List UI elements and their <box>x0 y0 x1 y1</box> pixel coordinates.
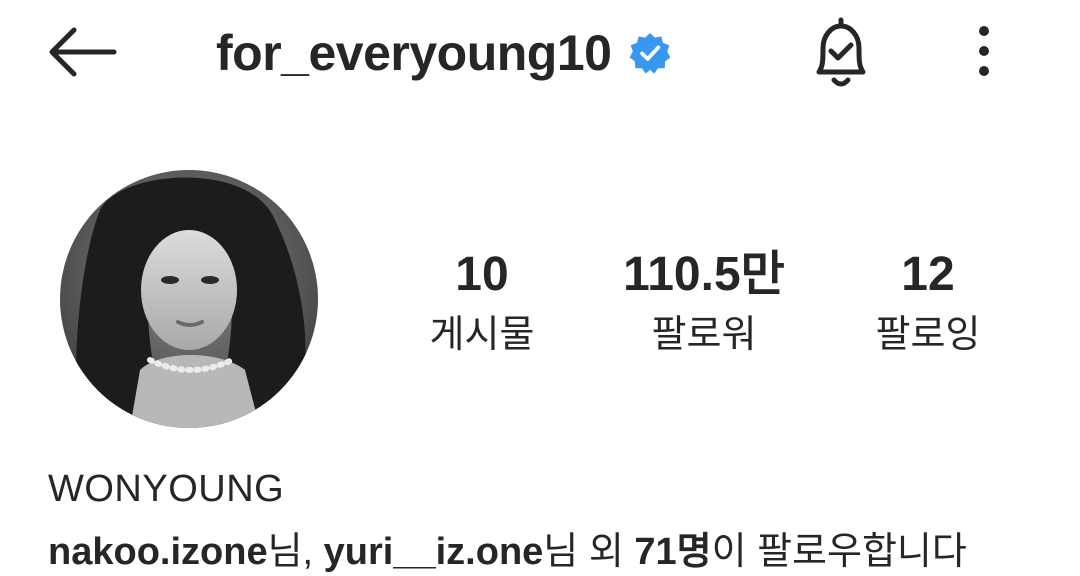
followed-by-text[interactable]: nakoo.izone님, yuri__iz.one님 외 71명이 팔로우합니… <box>48 520 967 575</box>
username: for_everyoung10 <box>216 25 612 81</box>
followed-by-suffix-2: 님 외 <box>543 531 635 573</box>
display-name: WONYOUNG <box>48 468 285 510</box>
following-count: 12 <box>901 248 955 301</box>
followed-by-suffix-3: 이 팔로우합니다 <box>711 531 967 573</box>
bell-check-icon <box>816 17 866 87</box>
notifications-button[interactable] <box>806 14 876 90</box>
followers-stat[interactable]: 110.5만 팔로워 <box>584 248 824 360</box>
verified-badge-icon <box>630 33 671 74</box>
followed-by-count: 71명 <box>634 531 712 573</box>
more-options-button[interactable] <box>966 22 1002 80</box>
followers-count: 110.5만 <box>623 248 785 301</box>
follower-username-1[interactable]: nakoo.izone <box>48 531 268 573</box>
arrow-left-icon <box>49 27 117 77</box>
vertical-dots-icon <box>979 26 989 76</box>
posts-label: 게시물 <box>429 314 535 356</box>
following-stat[interactable]: 12 팔로잉 <box>808 248 1048 360</box>
header-title: for_everyoung10 <box>216 18 671 88</box>
followed-by-suffix-1: 님, <box>267 531 324 573</box>
posts-stat[interactable]: 10 게시물 <box>362 248 602 360</box>
followers-label: 팔로워 <box>651 314 757 356</box>
profile-stats: 10 게시물 110.5만 팔로워 12 팔로잉 <box>0 248 1080 368</box>
top-bar: for_everyoung10 <box>0 0 1080 110</box>
back-button[interactable] <box>44 20 124 84</box>
follower-username-2[interactable]: yuri__iz.one <box>324 531 544 573</box>
posts-count: 10 <box>455 248 509 301</box>
following-label: 팔로잉 <box>875 314 981 356</box>
